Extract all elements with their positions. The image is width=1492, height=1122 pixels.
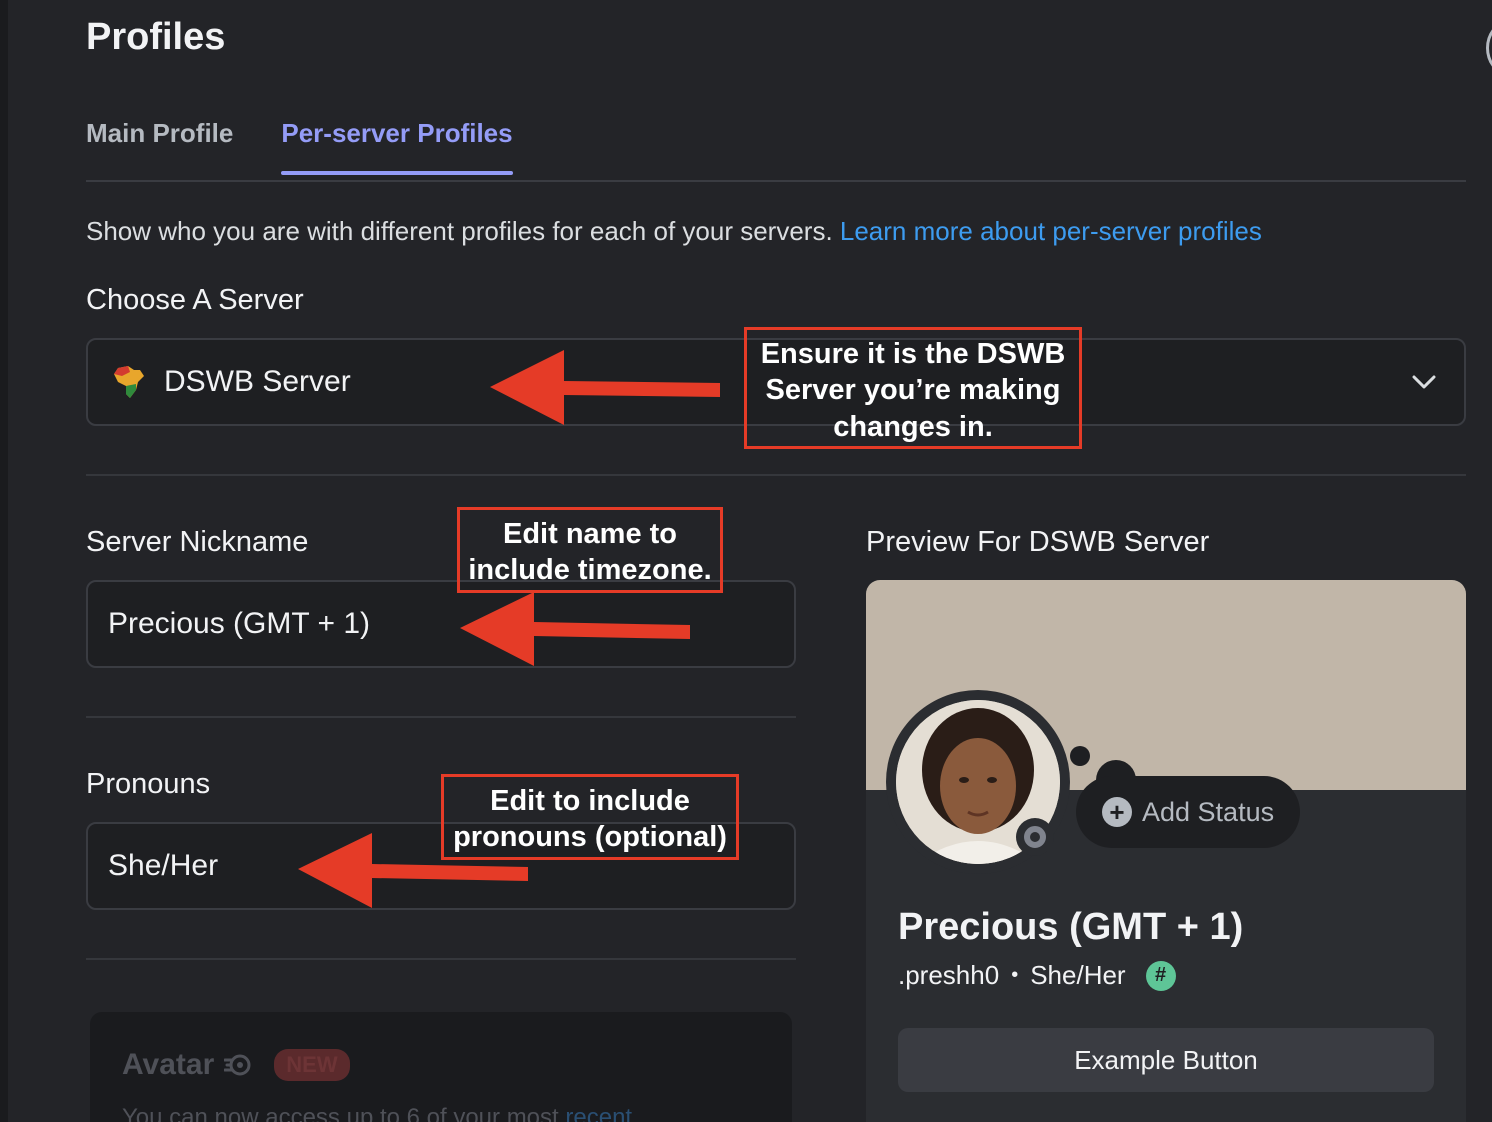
- nickname-input[interactable]: Precious (GMT + 1): [86, 580, 796, 668]
- avatar-title: Avatar NEW: [122, 1048, 350, 1082]
- nitro-icon: [224, 1054, 251, 1076]
- offline-status-icon: [1016, 818, 1054, 856]
- annotation-nickname: Edit name to include timezone.: [457, 507, 723, 593]
- section-divider: [86, 958, 796, 960]
- preview-display-name: Precious (GMT + 1): [898, 906, 1244, 948]
- africa-map-icon: [110, 363, 148, 401]
- plus-icon: +: [1102, 797, 1132, 827]
- section-divider: [86, 716, 796, 718]
- status-bubble: [1070, 746, 1090, 766]
- new-badge: NEW: [274, 1049, 350, 1081]
- profile-preview-card: + Add Status Precious (GMT + 1) .preshh0…: [866, 580, 1466, 1122]
- section-divider: [86, 474, 1466, 476]
- avatar-description: You can now access up to 6 of your most …: [122, 1104, 632, 1122]
- description: Show who you are with different profiles…: [86, 216, 1262, 247]
- close-button[interactable]: [1486, 22, 1492, 74]
- preview-pronouns: She/Her: [1030, 960, 1126, 990]
- avatar-title-text: Avatar: [122, 1048, 215, 1081]
- tab-main-profile[interactable]: Main Profile: [86, 118, 233, 173]
- choose-server-label: Choose A Server: [86, 284, 304, 316]
- description-text: Show who you are with different profiles…: [86, 216, 840, 246]
- tab-per-server-profiles[interactable]: Per-server Profiles: [281, 118, 513, 175]
- annotation-pronouns: Edit to include pronouns (optional): [441, 774, 739, 860]
- hashtag-badge-icon: #: [1145, 960, 1176, 991]
- separator-dot: •: [1011, 964, 1019, 986]
- preview-username: .preshh0: [898, 960, 1000, 990]
- avatar-description-text: You can now access up to 6 of your most: [122, 1104, 566, 1122]
- add-status-label: Add Status: [1142, 796, 1275, 827]
- tabs-divider: [86, 180, 1466, 182]
- avatar-section: Avatar NEW You can now access up to 6 of…: [90, 1012, 792, 1122]
- annotation-server: Ensure it is the DSWB Server you’re maki…: [744, 327, 1082, 449]
- profile-tabs: Main Profile Per-server Profiles: [86, 118, 513, 175]
- example-button[interactable]: Example Button: [898, 1028, 1434, 1092]
- nickname-label: Server Nickname: [86, 526, 309, 558]
- chevron-down-icon: [1412, 375, 1436, 389]
- page-title: Profiles: [86, 16, 226, 58]
- pronouns-label: Pronouns: [86, 768, 211, 800]
- selected-server: DSWB Server: [164, 365, 351, 398]
- preview-label: Preview For DSWB Server: [866, 526, 1210, 558]
- learn-more-link[interactable]: Learn more about per-server profiles: [840, 216, 1262, 246]
- sidebar-edge: [0, 0, 8, 1122]
- add-status-button[interactable]: + Add Status: [1076, 776, 1300, 848]
- preview-meta: .preshh0 • She/Her #: [898, 960, 1176, 991]
- recent-link[interactable]: recent: [565, 1104, 632, 1122]
